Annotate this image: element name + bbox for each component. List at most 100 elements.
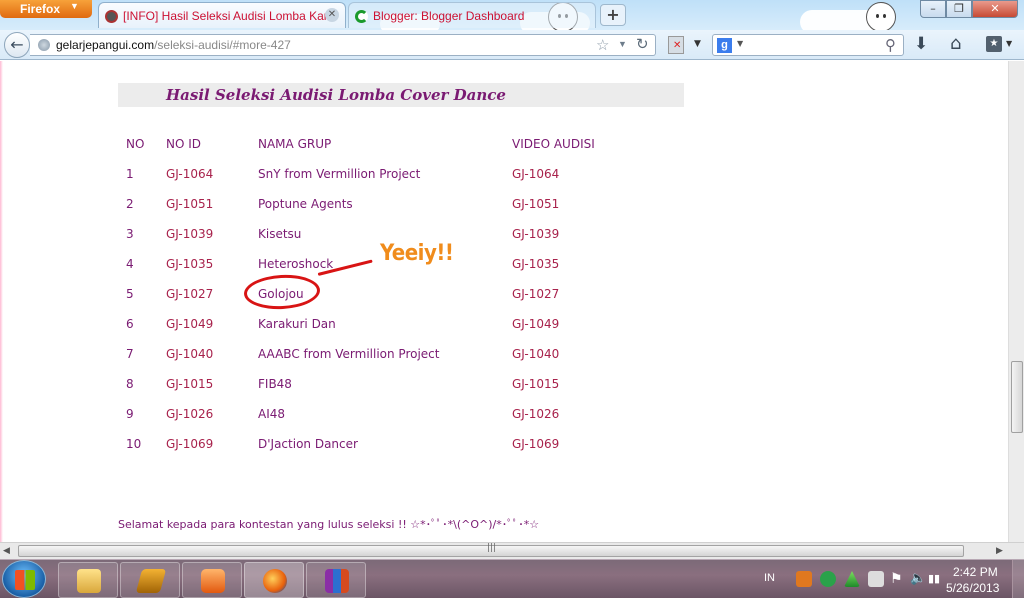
vertical-scrollbar[interactable] [1008,61,1024,542]
search-input[interactable]: g ▼ ⚲ [712,34,904,56]
chevron-down-icon[interactable]: ▼ [737,39,743,48]
group-name: Heteroshock [258,257,334,271]
tab-blogger-dashboard[interactable]: Blogger: Blogger Dashboard [348,2,596,28]
volume-icon[interactable]: 🔈 [910,571,926,587]
maximize-button[interactable]: ❐ [946,0,972,18]
cell-no: 3 [126,227,134,241]
vertical-scroll-thumb[interactable] [1011,361,1023,433]
show-desktop-button[interactable] [1012,560,1024,598]
group-name: SnY from Vermillion Project [258,167,421,181]
column-header-id: NO ID [166,137,202,151]
taskbar-winamp-button[interactable] [120,562,180,598]
new-tab-button[interactable]: + [600,4,626,26]
video-link[interactable]: GJ-1040 [512,347,559,361]
windows-logo-icon [15,570,35,590]
tab-seleksi-audisi[interactable]: [INFO] Hasil Seleksi Audisi Lomba Kar...… [98,2,346,28]
scroll-left-icon[interactable]: ◀ [3,546,10,556]
url-domain: gelarjepangui.com [56,38,155,52]
chevron-down-icon[interactable]: ▼ [1006,39,1012,48]
column-header-group: NAMA GRUP [258,137,332,151]
video-link[interactable]: GJ-1035 [512,257,559,271]
video-link[interactable]: GJ-1027 [512,287,559,301]
site-favicon-icon [105,10,118,23]
grip-icon: ||| [487,543,497,553]
cell-no: 1 [126,167,134,181]
start-button[interactable] [2,560,46,598]
video-link[interactable]: GJ-1039 [512,227,559,241]
clock-time[interactable]: 2:42 PM [953,565,998,579]
annotation-text: Yeeiy!! [380,241,454,266]
id-link[interactable]: GJ-1039 [166,227,213,241]
taskbar-explorer-button[interactable] [58,562,118,598]
reload-icon[interactable]: ↻ [636,35,649,53]
id-link[interactable]: GJ-1026 [166,407,213,421]
url-path: /seleksi-audisi/#more-427 [154,38,291,52]
video-link[interactable]: GJ-1069 [512,437,559,451]
tray-app-icon[interactable] [844,571,860,587]
taskbar-firefox-button[interactable] [244,562,304,598]
close-window-button[interactable]: ✕ [972,0,1018,18]
firefox-menu-label: Firefox [20,2,61,16]
cell-no: 4 [126,257,134,271]
group-name: AAABC from Vermillion Project [258,347,440,361]
title-bar: Firefox ▼ [INFO] Hasil Seleksi Audisi Lo… [0,0,1024,30]
history-dropdown-icon[interactable]: ▼ [618,39,627,49]
tray-app-icon[interactable] [820,571,836,587]
back-button[interactable]: ← [4,32,30,58]
tab-label: [INFO] Hasil Seleksi Audisi Lomba Kar... [123,9,338,23]
id-link[interactable]: GJ-1049 [166,317,213,331]
firefox-icon [263,569,287,593]
cell-no: 8 [126,377,134,391]
video-link[interactable]: GJ-1026 [512,407,559,421]
video-link[interactable]: GJ-1049 [512,317,559,331]
network-icon[interactable]: ▮▮ [928,571,944,587]
congratulations-text: Selamat kepada para kontestan yang lulus… [118,518,540,531]
cell-no: 7 [126,347,134,361]
language-indicator[interactable]: IN [764,572,775,584]
google-search-engine-icon[interactable]: g [717,38,732,53]
id-link[interactable]: GJ-1069 [166,437,213,451]
horizontal-scroll-thumb[interactable]: ||| [18,543,964,557]
media-player-icon [201,569,225,593]
chevron-down-icon[interactable]: ▼ [694,39,701,49]
column-header-video: VIDEO AUDISI [512,137,595,151]
close-icon[interactable]: ✕ [325,8,339,22]
globe-icon [38,39,50,51]
home-icon[interactable]: ⌂ [950,33,961,54]
doodle-character-icon [866,2,896,30]
video-link[interactable]: GJ-1015 [512,377,559,391]
bookmark-star-icon[interactable]: ☆ [596,36,609,54]
navigation-toolbar: ← gelarjepangui.com/seleksi-audisi/#more… [0,30,1024,60]
id-link[interactable]: GJ-1064 [166,167,213,181]
horizontal-scrollbar[interactable]: ◀ ||| ▶ [0,542,1024,559]
cell-no: 10 [126,437,142,451]
tray-app-icon[interactable] [796,571,812,587]
firefox-menu-button[interactable]: Firefox ▼ [0,0,92,18]
title-banner: Hasil Seleksi Audisi Lomba Cover Dance [118,83,684,107]
download-icon[interactable]: ⬇ [914,34,928,54]
id-link[interactable]: GJ-1040 [166,347,213,361]
tray-device-icon[interactable] [868,571,884,587]
url-bar[interactable]: gelarjepangui.com/seleksi-audisi/#more-4… [30,34,656,56]
taskbar-winrar-button[interactable] [306,562,366,598]
id-link[interactable]: GJ-1051 [166,197,213,211]
taskbar-media-player-button[interactable] [182,562,242,598]
cell-no: 2 [126,197,134,211]
blogger-loading-icon [355,10,368,23]
id-link[interactable]: GJ-1035 [166,257,213,271]
video-link[interactable]: GJ-1051 [512,197,559,211]
group-name: Karakuri Dan [258,317,336,331]
cell-no: 5 [126,287,134,301]
annotation-circle [243,273,321,311]
minimize-button[interactable]: – [920,0,946,18]
clock-date[interactable]: 5/26/2013 [946,581,999,595]
addon-blocked-icon[interactable] [668,36,684,54]
video-link[interactable]: GJ-1064 [512,167,559,181]
bookmarks-icon[interactable]: ★ [986,36,1002,52]
cell-no: 9 [126,407,134,421]
tray-flag-icon[interactable]: ⚑ [890,571,906,587]
id-link[interactable]: GJ-1015 [166,377,213,391]
search-icon[interactable]: ⚲ [885,36,896,54]
id-link[interactable]: GJ-1027 [166,287,213,301]
scroll-right-icon[interactable]: ▶ [996,546,1003,556]
